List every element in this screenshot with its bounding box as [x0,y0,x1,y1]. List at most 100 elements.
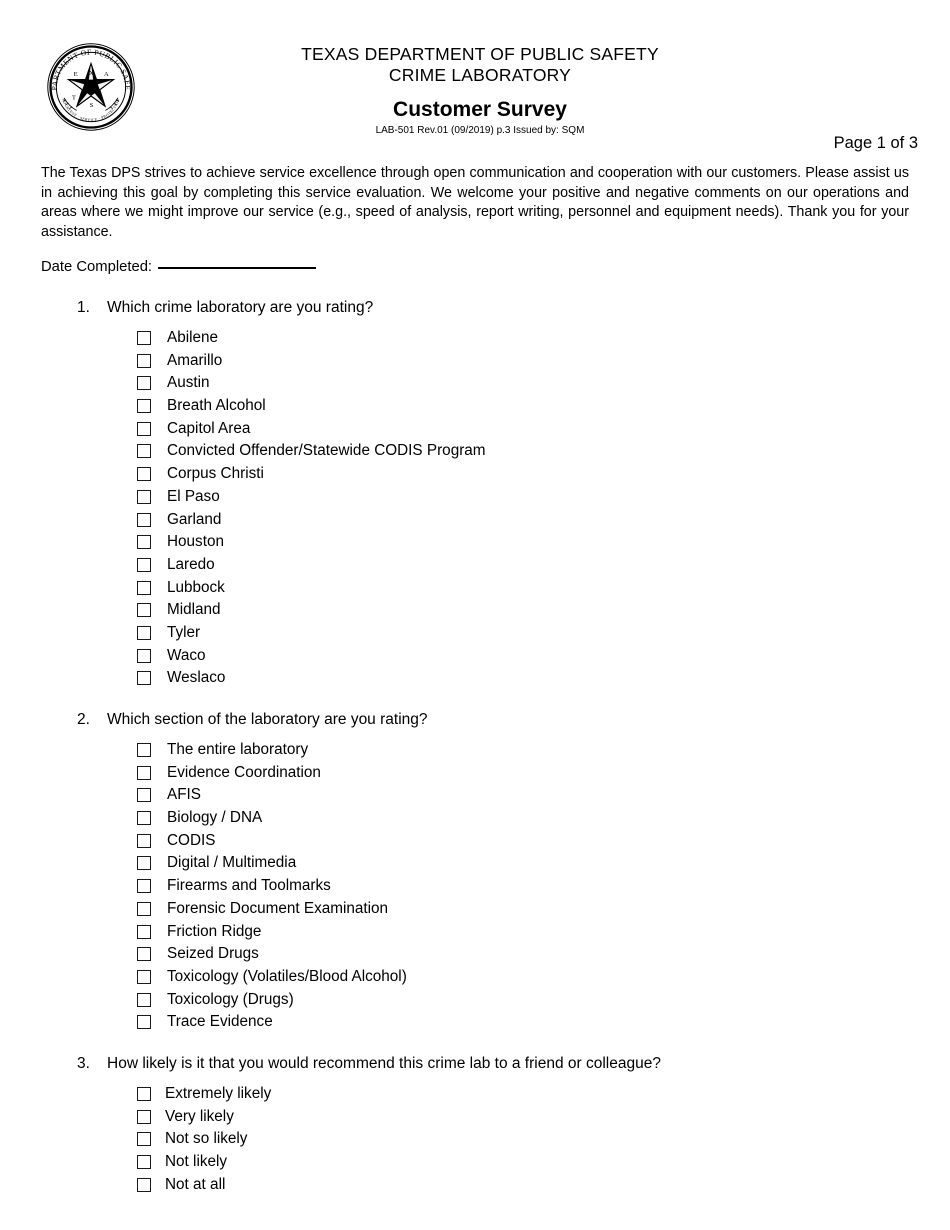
option-label: Weslaco [167,669,226,687]
date-completed-input[interactable] [158,267,317,269]
option-label: Laredo [167,555,215,573]
option-row[interactable]: Trace Evidence [0,1011,428,1034]
option-row[interactable]: Toxicology (Drugs) [0,989,428,1012]
checkbox-icon[interactable] [137,1155,151,1170]
option-row[interactable]: Capitol Area [0,418,373,441]
checkbox-icon[interactable] [137,879,151,894]
checkbox-icon[interactable] [137,353,151,368]
checkbox-icon[interactable] [137,1109,151,1124]
question-2-heading: 2. Which section of the laboratory are y… [0,710,428,730]
checkbox-icon[interactable] [137,671,151,686]
option-label: Waco [167,646,206,664]
question-2: 2. Which section of the laboratory are y… [0,710,428,1034]
option-row[interactable]: AFIS [0,784,428,807]
option-row[interactable]: Lubbock [0,577,373,600]
option-row[interactable]: Not at all [0,1174,661,1197]
date-completed-label: Date Completed: [41,259,153,275]
checkbox-icon[interactable] [137,1087,151,1101]
checkbox-icon[interactable] [137,467,151,482]
option-label: Trace Evidence [167,1013,273,1031]
checkbox-icon[interactable] [137,648,151,663]
checkbox-icon[interactable] [137,512,151,527]
option-row[interactable]: Amarillo [0,350,373,373]
question-3-options: Extremely likely Very likely Not so like… [0,1083,661,1196]
option-label: Forensic Document Examination [167,899,389,917]
checkbox-icon[interactable] [137,969,151,984]
option-row[interactable]: Weslaco [0,667,373,690]
checkbox-icon[interactable] [137,331,151,345]
checkbox-icon[interactable] [137,992,151,1007]
organization-line-1: TEXAS DEPARTMENT OF PUBLIC SAFETY [301,44,659,64]
option-row[interactable]: Not so likely [0,1128,661,1151]
option-row[interactable]: Friction Ridge [0,921,428,944]
question-1: 1. Which crime laboratory are you rating… [0,298,486,690]
checkbox-icon[interactable] [137,603,151,618]
checkbox-icon[interactable] [137,1177,151,1192]
checkbox-icon[interactable] [137,1015,151,1030]
option-row[interactable]: Austin [0,372,373,395]
option-label: Not so likely [165,1130,248,1148]
option-row[interactable]: Waco [0,645,373,668]
question-3-text: How likely is it that you would recommen… [107,1055,661,1072]
checkbox-icon[interactable] [137,421,151,436]
checkbox-icon[interactable] [137,765,151,780]
option-row[interactable]: Corpus Christi [0,463,373,486]
option-label: Very likely [165,1107,234,1125]
checkbox-icon[interactable] [137,557,151,572]
checkbox-icon[interactable] [137,489,151,504]
checkbox-icon[interactable] [137,444,151,459]
option-label: AFIS [167,786,201,804]
checkbox-icon[interactable] [137,535,151,550]
svg-text:S: S [90,102,94,109]
option-row[interactable]: Laredo [0,554,373,577]
checkbox-icon[interactable] [137,924,151,939]
option-label: Seized Drugs [167,945,259,963]
page-indicator: Page 1 of 3 [833,134,918,152]
option-label: Tyler [167,623,201,641]
option-row[interactable]: CODIS [0,830,428,853]
option-label: Friction Ridge [167,922,262,940]
option-row[interactable]: Not likely [0,1151,661,1174]
checkbox-icon[interactable] [137,1132,151,1147]
option-row[interactable]: The entire laboratory [0,739,428,762]
option-row[interactable]: Digital / Multimedia [0,852,428,875]
checkbox-icon[interactable] [137,901,151,916]
option-row[interactable]: Breath Alcohol [0,395,373,418]
question-1-number: 1. [77,299,90,316]
option-row[interactable]: Firearms and Toolmarks [0,875,428,898]
checkbox-icon[interactable] [137,376,151,391]
option-row[interactable]: Tyler [0,622,373,645]
option-row[interactable]: Forensic Document Examination [0,898,428,921]
checkbox-icon[interactable] [137,399,151,414]
checkbox-icon[interactable] [137,625,151,640]
option-row[interactable]: Toxicology (Volatiles/Blood Alcohol) [0,966,428,989]
option-row[interactable]: Houston [0,531,373,554]
option-row[interactable]: Seized Drugs [0,943,428,966]
option-row[interactable]: Extremely likely [0,1083,661,1106]
option-label: CODIS [167,831,216,849]
checkbox-icon[interactable] [137,856,151,871]
checkbox-icon[interactable] [137,743,151,757]
option-label: Austin [167,374,210,392]
option-row[interactable]: Very likely [0,1106,661,1129]
option-label: Toxicology (Volatiles/Blood Alcohol) [167,967,407,985]
option-label: Toxicology (Drugs) [167,990,294,1008]
option-row[interactable]: Midland [0,599,373,622]
option-row[interactable]: El Paso [0,486,373,509]
checkbox-icon[interactable] [137,947,151,962]
option-row[interactable]: Biology / DNA [0,807,428,830]
option-row[interactable]: Garland [0,509,373,532]
option-label: The entire laboratory [167,741,309,758]
checkbox-icon[interactable] [137,833,151,848]
checkbox-icon[interactable] [137,811,151,826]
option-label: Digital / Multimedia [167,854,297,872]
option-label: Midland [167,601,221,619]
option-row[interactable]: Abilene [0,327,373,350]
checkbox-icon[interactable] [137,580,151,595]
option-row[interactable]: Evidence Coordination [0,762,428,785]
checkbox-icon[interactable] [137,788,151,803]
option-row[interactable]: Convicted Offender/Statewide CODIS Progr… [0,440,486,463]
svg-text:X: X [89,70,94,77]
svg-text:A: A [104,71,109,78]
option-label: Houston [167,533,224,551]
